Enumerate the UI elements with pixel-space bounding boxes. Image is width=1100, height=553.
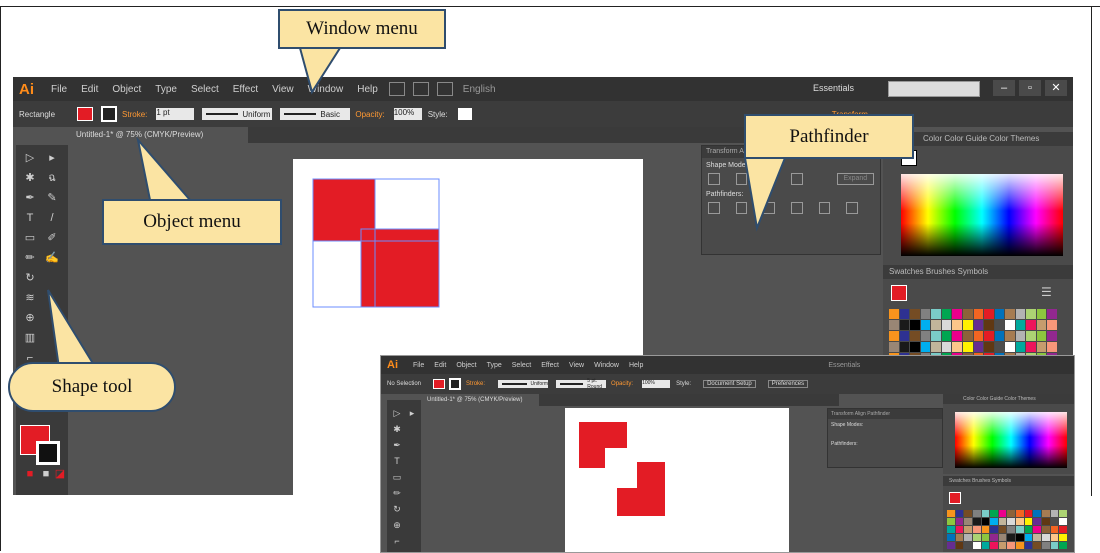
object-menu-pointer bbox=[136, 136, 193, 201]
shape-tool-callout: Shape tool bbox=[8, 362, 176, 412]
pathfinder-callout: Pathfinder bbox=[744, 114, 914, 159]
pathfinder-pointer bbox=[743, 157, 787, 232]
object-menu-callout: Object menu bbox=[102, 199, 282, 245]
window-menu-callout: Window menu bbox=[278, 9, 446, 49]
callout-pointers bbox=[47, 47, 787, 376]
window-menu-pointer bbox=[298, 47, 342, 95]
